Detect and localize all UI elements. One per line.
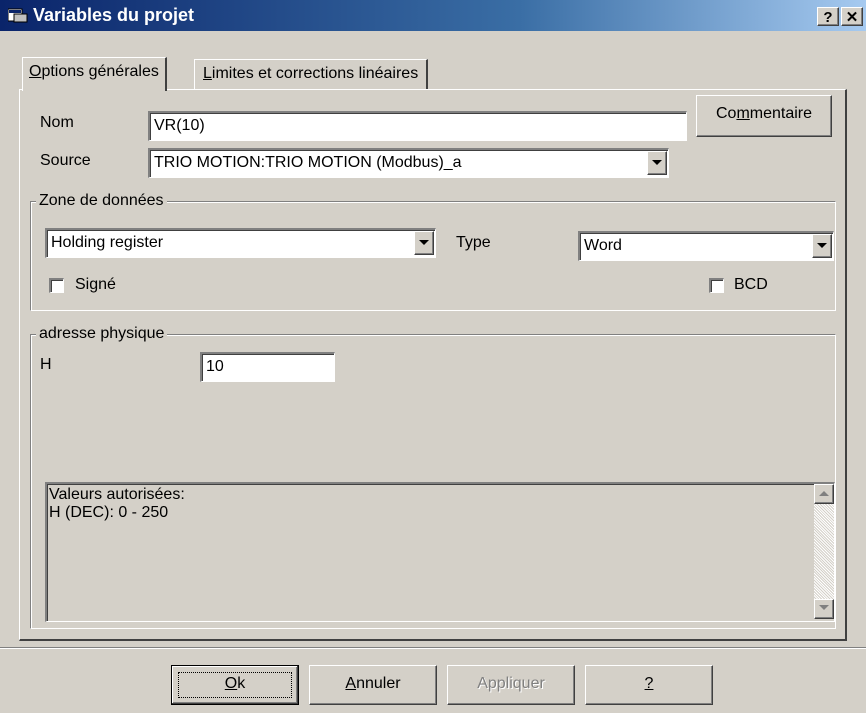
tab-label: ptions générales — [41, 63, 159, 80]
apply-button[interactable]: Appliquer — [447, 665, 575, 705]
scroll-up-button[interactable] — [814, 484, 834, 504]
allowed-values-text: Valeurs autorisées: H (DEC): 0 - 250 — [49, 486, 185, 522]
help-caption-button[interactable]: ? — [817, 7, 839, 26]
name-value: VR(10) — [154, 117, 205, 134]
signed-checkbox[interactable] — [49, 278, 64, 293]
source-dropdown-button[interactable] — [647, 151, 667, 175]
vertical-scrollbar[interactable] — [814, 484, 834, 619]
question-icon: ? — [823, 9, 833, 26]
chevron-down-icon — [419, 240, 429, 245]
apply-label: Appliquer — [477, 675, 545, 692]
arrow-up-icon — [819, 491, 829, 496]
type-select[interactable]: Word — [578, 231, 834, 261]
chevron-down-icon — [817, 243, 827, 248]
type-value: Word — [584, 237, 622, 254]
cancel-mnemonic: A — [345, 675, 357, 692]
close-icon: ✕ — [845, 9, 859, 26]
comment-mnemonic: m — [736, 105, 750, 122]
close-button[interactable]: ✕ — [841, 7, 863, 26]
help-label: ? — [644, 675, 654, 692]
source-value: TRIO MOTION:TRIO MOTION (Modbus)_a — [154, 154, 462, 171]
name-input[interactable]: VR(10) — [148, 111, 687, 141]
zone-dropdown-button[interactable] — [414, 231, 434, 255]
window-title: Variables du projet — [33, 5, 195, 25]
bcd-label: BCD — [734, 276, 768, 293]
allowed-values-box[interactable]: Valeurs autorisées: H (DEC): 0 - 250 — [45, 482, 835, 622]
comment-button[interactable]: Commentaire — [696, 95, 832, 137]
scroll-down-button[interactable] — [814, 599, 834, 619]
tab-mnemonic: O — [29, 63, 42, 80]
ok-button[interactable]: Ok — [171, 665, 299, 705]
chevron-down-icon — [652, 160, 662, 165]
tab-limites[interactable]: Limites et corrections linéaires — [194, 59, 429, 89]
tab-panel: Nom VR(10) Commentaire Source TRIO MOTIO… — [19, 89, 847, 641]
cancel-button[interactable]: Annuler — [309, 665, 437, 705]
name-label: Nom — [40, 114, 74, 131]
comment-label-post: mentaire — [749, 105, 813, 122]
signed-label: Signé — [75, 276, 116, 293]
allowed-values-range: H (DEC): 0 - 250 — [49, 504, 169, 521]
bcd-checkbox[interactable] — [709, 278, 724, 293]
zone-value: Holding register — [51, 234, 164, 251]
source-select[interactable]: TRIO MOTION:TRIO MOTION (Modbus)_a — [148, 148, 669, 178]
tab-mnemonic: L — [203, 65, 212, 82]
comment-label-pre: Co — [715, 105, 737, 122]
h-value: 10 — [206, 358, 224, 375]
h-address-input[interactable]: 10 — [200, 352, 335, 382]
data-zone-legend: Zone de données — [36, 192, 167, 210]
type-dropdown-button[interactable] — [812, 234, 832, 258]
tab-label: imites et corrections linéaires — [211, 65, 419, 82]
h-label: H — [40, 356, 52, 373]
source-label: Source — [40, 152, 91, 169]
arrow-down-icon — [819, 605, 829, 610]
tab-options-generales[interactable]: Options générales — [22, 57, 167, 91]
focus-rect — [178, 672, 292, 698]
zone-select[interactable]: Holding register — [45, 228, 436, 258]
type-label: Type — [456, 234, 491, 251]
allowed-values-heading: Valeurs autorisées: — [49, 486, 185, 503]
cancel-label: nnuler — [356, 675, 401, 692]
divider — [0, 647, 866, 649]
help-button[interactable]: ? — [585, 665, 713, 705]
physical-address-legend: adresse physique — [36, 325, 168, 343]
app-icon — [7, 8, 28, 23]
title-bar[interactable]: Variables du projet ? ✕ — [0, 0, 866, 31]
